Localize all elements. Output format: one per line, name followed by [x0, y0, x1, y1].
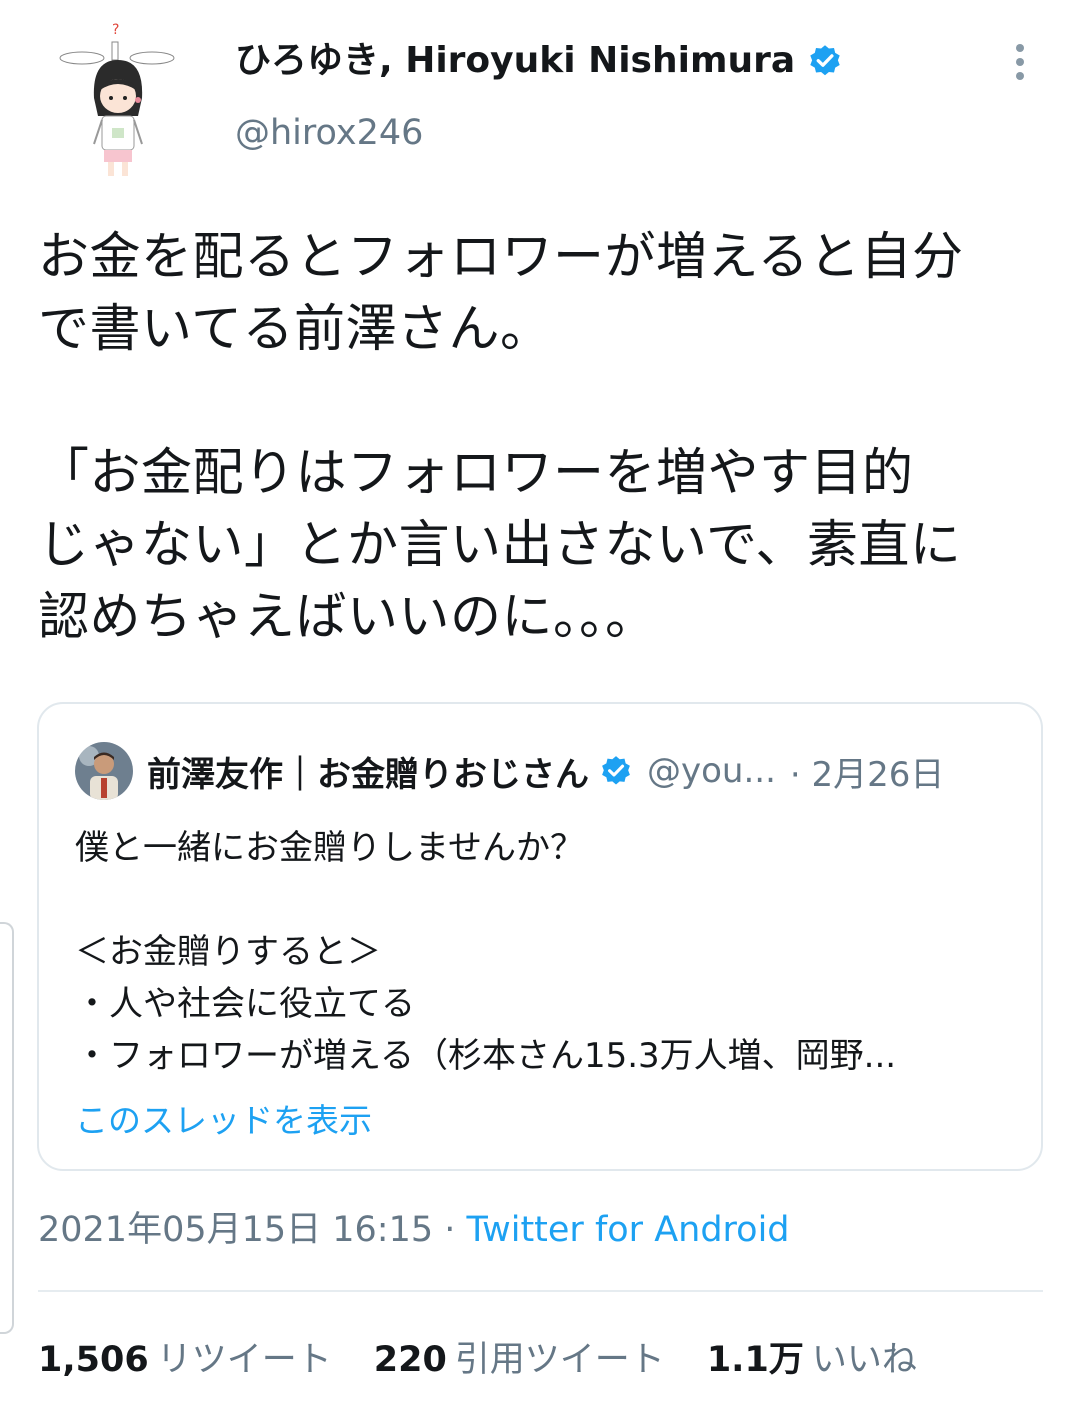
tweet-source-link[interactable]: Twitter for Android	[467, 1210, 790, 1250]
divider	[38, 1290, 1043, 1292]
quotes-label: 引用ツイート	[454, 1340, 665, 1380]
likes-label: いいね	[811, 1340, 917, 1380]
tweet-stats: 1,506 リツイート 220 引用ツイート 1.1万 いいね	[38, 1336, 959, 1384]
tweet-line: お金を配るとフォロワーが増えると自分	[38, 228, 964, 287]
retweets-count: 1,506	[38, 1340, 149, 1380]
quoted-tweet-card[interactable]: 前澤友作｜お金贈りおじさん @you... · 2月26日 僕と一緒にお金贈りし…	[37, 702, 1043, 1171]
quoted-handle: @you...	[647, 751, 776, 791]
quotes-stat[interactable]: 220 引用ツイート	[374, 1336, 665, 1384]
author-avatar[interactable]: ?	[52, 20, 182, 180]
likes-stat[interactable]: 1.1万 いいね	[707, 1336, 917, 1384]
tweet-meta: 2021年05月15日 16:15 · Twitter for Android	[38, 1206, 790, 1254]
tweet-line: じゃない」とか言い出さないで、素直に	[38, 516, 962, 575]
svg-text:?: ?	[112, 22, 119, 38]
verified-badge-icon	[602, 756, 630, 785]
retweets-label: リツイート	[156, 1340, 332, 1380]
quoted-text: 僕と一緒にお金贈りしませんか？ ＜お金贈りすると＞ ・人や社会に役立てる ・フォ…	[75, 822, 1015, 1082]
tweet-timestamp: 2021年05月15日 16:15 ·	[38, 1210, 467, 1250]
retweets-stat[interactable]: 1,506 リツイート	[38, 1336, 332, 1384]
tweet-detail-screen: ? ひろゆき, Hiroyuki Nishimura @hirox246 お金を…	[0, 0, 1080, 1411]
tweet-line: 認めちゃえばいいのに。。。	[38, 588, 657, 647]
tweet-line: 「お金配りはフォロワーを増やす目的	[38, 444, 914, 503]
quoted-line: ・人や社会に役立てる	[75, 984, 415, 1024]
tweet-text: お金を配るとフォロワーが増えると自分 で書いてる前澤さん。 「お金配りはフォロワ…	[38, 222, 1058, 654]
author-handle[interactable]: @hirox246	[235, 110, 423, 156]
more-vertical-icon[interactable]	[1005, 42, 1035, 82]
show-thread-link[interactable]: このスレッドを表示	[75, 1094, 372, 1142]
quoted-author-avatar[interactable]	[75, 742, 133, 800]
display-name-text: ひろゆき, Hiroyuki Nishimura	[235, 40, 796, 81]
quoted-display-name[interactable]: 前澤友作｜お金贈りおじさん	[147, 747, 589, 796]
quoted-line: ＜お金贈りすると＞	[75, 932, 381, 972]
verified-badge-icon	[810, 45, 840, 76]
scroll-edge-indicator	[0, 922, 14, 1334]
tweet-line: で書いてる前澤さん。	[38, 300, 552, 359]
quotes-count: 220	[373, 1340, 447, 1380]
tweet-header: ? ひろゆき, Hiroyuki Nishimura @hirox246	[0, 0, 1080, 200]
quoted-line: ・フォロワーが増える（杉本さん15.3万人増、岡野...	[75, 1036, 897, 1076]
quoted-header: 前澤友作｜お金贈りおじさん @you... · 2月26日	[147, 746, 1027, 796]
likes-count: 1.1万	[706, 1340, 804, 1380]
author-display-name[interactable]: ひろゆき, Hiroyuki Nishimura	[235, 38, 843, 84]
quoted-date: · 2月26日	[789, 754, 945, 795]
quoted-line: 僕と一緒にお金贈りしませんか？	[75, 828, 584, 868]
